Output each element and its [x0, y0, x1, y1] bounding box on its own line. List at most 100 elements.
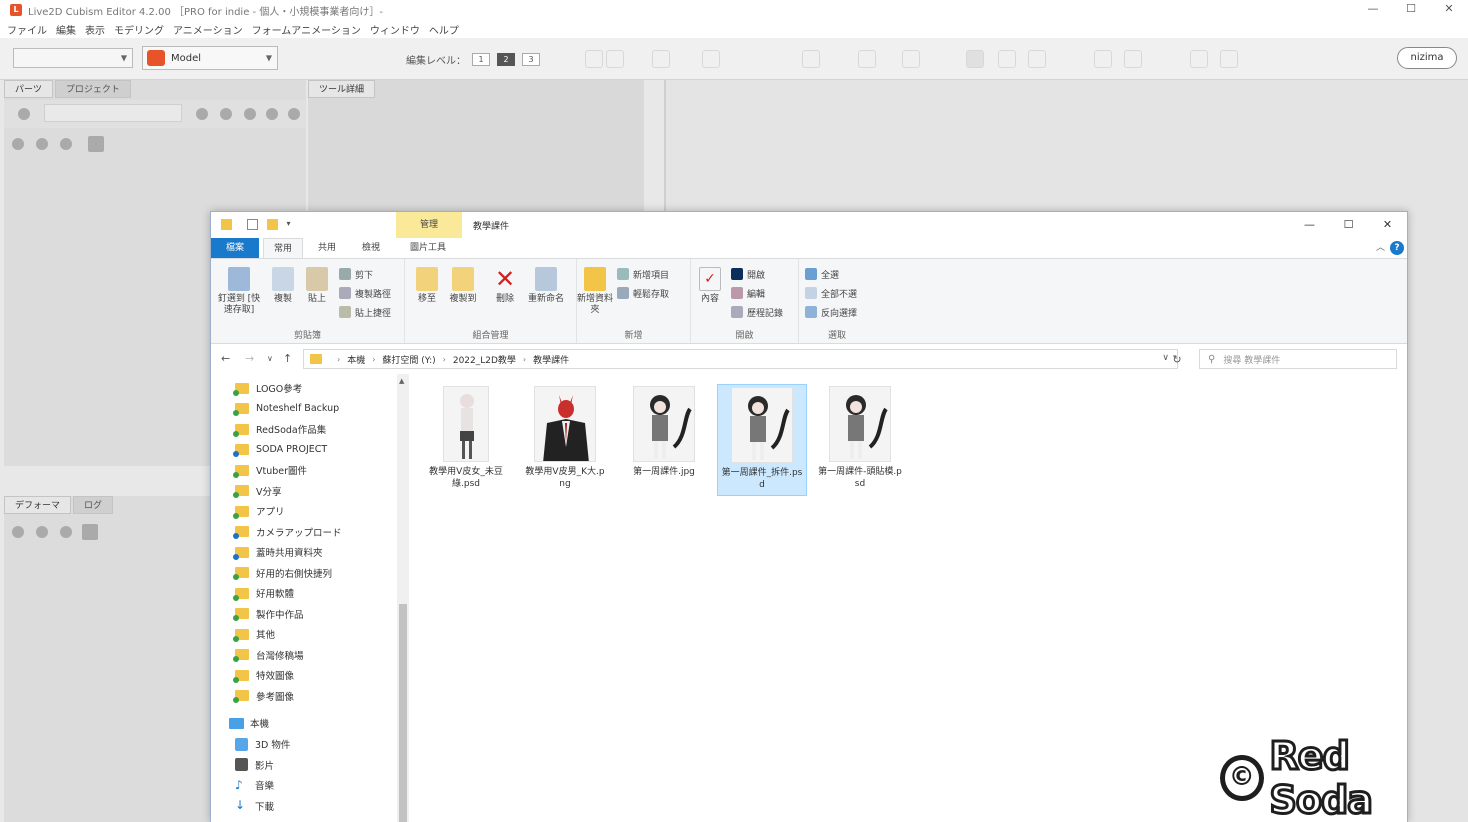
nav-item[interactable]: RedSoda作品集 — [233, 419, 326, 439]
file-tile[interactable]: 第一周課件.jpg — [619, 384, 709, 496]
nav-item-videos[interactable]: 影片 — [235, 755, 274, 775]
pen-tool-icon[interactable] — [1028, 50, 1046, 68]
nav-scroll-thumb[interactable] — [399, 604, 407, 822]
delete-button[interactable]: ✕ 刪除 — [485, 267, 525, 305]
nav-item[interactable]: アプリ — [233, 501, 285, 521]
warp-icon[interactable] — [1124, 50, 1142, 68]
menu-window[interactable]: ウィンドウ — [370, 22, 420, 37]
nav-item[interactable]: SODA PROJECT — [233, 440, 327, 460]
transform-icon[interactable] — [1094, 50, 1112, 68]
new-folder-qa-icon[interactable] — [267, 219, 278, 230]
tab-file[interactable]: 檔案 — [211, 238, 259, 258]
rename-button[interactable]: 重新命名 — [521, 267, 571, 305]
nizima-button[interactable]: nizima — [1397, 47, 1457, 69]
parts-list-icon[interactable] — [88, 136, 104, 152]
nav-item[interactable]: Vtuber圖件 — [233, 460, 307, 480]
file-tile[interactable]: 教學用V皮男_K大.png — [520, 384, 610, 496]
nav-item[interactable]: LOGO參考 — [233, 378, 302, 398]
mesh-edit-icon[interactable] — [585, 50, 603, 68]
crumb-drive[interactable]: 蘇打空間 (Y:) — [382, 353, 435, 366]
target-icon[interactable] — [60, 138, 72, 150]
invert-selection-button[interactable]: 反向選擇 — [805, 303, 857, 321]
grid-icon[interactable] — [244, 108, 256, 120]
pin-tool-icon[interactable] — [1190, 50, 1208, 68]
paste-button[interactable]: 貼上 — [297, 267, 337, 305]
menu-file[interactable]: ファイル — [7, 22, 47, 37]
explorer-minimize-button[interactable]: — — [1290, 212, 1329, 238]
eye-icon[interactable] — [12, 138, 24, 150]
select-none-button[interactable]: 全部不選 — [805, 284, 857, 302]
edit-level-3-button[interactable]: 3 — [522, 53, 540, 66]
nav-item[interactable]: 蓋時共用資料夾 — [233, 542, 323, 562]
search-icon[interactable] — [18, 108, 30, 120]
deformer-list-icon[interactable] — [82, 524, 98, 540]
link-icon[interactable] — [196, 108, 208, 120]
nav-this-pc[interactable]: 本機 — [229, 713, 269, 733]
tab-log[interactable]: ログ — [73, 496, 114, 514]
crumb-l2d-folder[interactable]: 2022_L2D教學 — [453, 353, 516, 366]
tab-home[interactable]: 常用 — [263, 238, 303, 258]
eraser-icon[interactable] — [902, 50, 920, 68]
up-arrow-icon[interactable]: ↑ — [283, 352, 292, 365]
minimize-button[interactable]: — — [1354, 0, 1392, 20]
history-button[interactable]: 歷程記錄 — [731, 303, 783, 321]
menu-form-animation[interactable]: フォームアニメーション — [252, 22, 361, 37]
crumb-current-folder[interactable]: 教學課件 — [533, 353, 569, 366]
glue-icon[interactable] — [802, 50, 820, 68]
nav-item[interactable]: 好用軟體 — [233, 583, 294, 603]
new-item-button[interactable]: 新增項目 — [617, 265, 669, 283]
eye-icon[interactable] — [12, 526, 24, 538]
new-folder-button[interactable]: 新增資料夾 — [577, 267, 613, 316]
qa-dropdown-icon[interactable]: ▾ — [283, 219, 294, 230]
menu-modeling[interactable]: モデリング — [114, 22, 164, 37]
easy-access-button[interactable]: 輕鬆存取 — [617, 284, 669, 302]
explorer-close-button[interactable]: ✕ — [1368, 212, 1407, 238]
reset-icon[interactable] — [266, 108, 278, 120]
parts-search-input[interactable] — [44, 104, 182, 122]
menu-view[interactable]: 表示 — [85, 22, 105, 37]
nav-item-3d-objects[interactable]: 3D 物件 — [235, 734, 290, 754]
select-all-button[interactable]: 全選 — [805, 265, 839, 283]
open-button[interactable]: 開啟 — [731, 265, 765, 283]
back-arrow-icon[interactable]: ← — [221, 352, 230, 365]
nav-item[interactable]: Noteshelf Backup — [233, 399, 339, 419]
menu-edit[interactable]: 編集 — [56, 22, 76, 37]
tab-view[interactable]: 檢視 — [353, 238, 389, 258]
nav-item[interactable]: 台灣修稿場 — [233, 645, 304, 665]
file-tile[interactable]: 第一周課件-頭貼模.psd — [815, 384, 905, 496]
copy-to-button[interactable]: 複製到 — [443, 267, 483, 305]
rotation-deformer-icon[interactable] — [702, 50, 720, 68]
nav-item[interactable]: 參考圖像 — [233, 686, 294, 706]
explorer-maximize-button[interactable]: ☐ — [1329, 212, 1368, 238]
nav-item-downloads[interactable]: ↓ 下載 — [235, 796, 274, 816]
nav-item[interactable]: V分享 — [233, 481, 282, 501]
refresh-icon[interactable]: ↻ — [1165, 350, 1189, 370]
nav-item[interactable]: カメラアップロード — [233, 522, 342, 542]
lasso-tool-icon[interactable] — [998, 50, 1016, 68]
nav-item-music[interactable]: ♪ 音樂 — [235, 775, 274, 795]
edit-level-1-button[interactable]: 1 — [472, 53, 490, 66]
tab-share[interactable]: 共用 — [309, 238, 345, 258]
file-tile[interactable]: 教學用V皮女_未豆綠.psd — [421, 384, 511, 496]
nav-item[interactable]: 製作中作品 — [233, 604, 304, 624]
lock-icon[interactable] — [36, 526, 48, 538]
mesh-auto-icon[interactable] — [606, 50, 624, 68]
address-path-box[interactable]: › 本機 › 蘇打空間 (Y:) › 2022_L2D教學 › 教學課件 ∨ — [303, 349, 1178, 369]
deformer-icon[interactable] — [652, 50, 670, 68]
tab-tool-detail[interactable]: ツール詳細 — [308, 80, 376, 98]
nav-item[interactable]: 好用的右側快捷列 — [233, 563, 332, 583]
edit-button[interactable]: 編輯 — [731, 284, 765, 302]
model-select[interactable]: Model ▼ — [142, 46, 278, 70]
collapse-ribbon-icon[interactable]: ︿ — [1376, 240, 1385, 253]
help-icon[interactable]: ? — [1390, 241, 1404, 255]
menu-animation[interactable]: アニメーション — [173, 22, 243, 37]
tab-picture-tools[interactable]: 圖片工具 — [399, 238, 457, 258]
forward-arrow-icon[interactable]: → — [245, 352, 254, 365]
paste-shortcut-button[interactable]: 貼上捷徑 — [339, 303, 391, 321]
edit-level-2-button[interactable]: 2 — [497, 53, 515, 66]
context-tab-manage[interactable]: 管理 — [396, 212, 462, 238]
properties-qa-icon[interactable] — [247, 219, 258, 230]
nav-scrollbar[interactable]: ▲ — [397, 374, 409, 822]
redo-icon[interactable] — [1220, 50, 1238, 68]
copy-path-button[interactable]: 複製路徑 — [339, 284, 391, 302]
